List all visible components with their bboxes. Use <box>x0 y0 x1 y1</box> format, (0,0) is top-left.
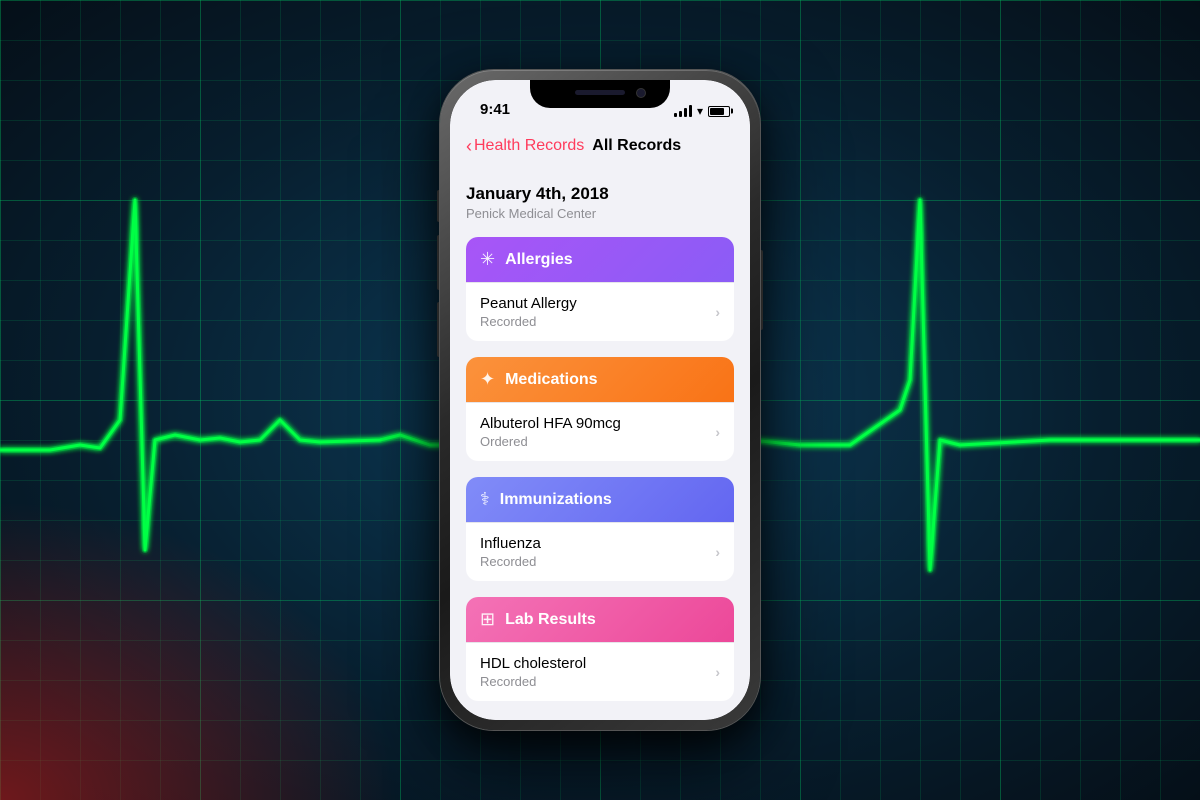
back-label: Health Records <box>474 137 584 155</box>
chevron-right-icon: › <box>715 664 720 680</box>
medications-icon: ✦ <box>480 369 495 390</box>
screen-content[interactable]: January 4th, 2018 Penick Medical Center … <box>450 168 750 720</box>
back-button[interactable]: ‹ Health Records <box>466 136 584 157</box>
lab-results-card: ⊞ Lab Results HDL cholesterol Recorded › <box>466 597 734 701</box>
peanut-allergy-info: Peanut Allergy Recorded <box>480 295 715 329</box>
allergies-title: Allergies <box>505 251 573 269</box>
signal-icon <box>674 105 692 117</box>
allergies-icon: ✳︎ <box>480 249 495 270</box>
page-title: All Records <box>592 137 681 155</box>
hdl-name: HDL cholesterol <box>480 655 715 672</box>
phone-device: 9:41 ▾ <box>440 70 760 730</box>
allergies-header: ✳︎ Allergies <box>466 237 734 282</box>
lab-results-header: ⊞ Lab Results <box>466 597 734 642</box>
albuterol-status: Ordered <box>480 434 715 449</box>
albuterol-name: Albuterol HFA 90mcg <box>480 415 715 432</box>
back-arrow-icon: ‹ <box>466 136 472 157</box>
chevron-right-icon: › <box>715 544 720 560</box>
power-button <box>760 250 763 330</box>
influenza-name: Influenza <box>480 535 715 552</box>
influenza-status: Recorded <box>480 554 715 569</box>
albuterol-info: Albuterol HFA 90mcg Ordered <box>480 415 715 449</box>
immunizations-icon: ⚕ <box>480 489 490 510</box>
peanut-allergy-status: Recorded <box>480 314 715 329</box>
phone-screen: 9:41 ▾ <box>450 80 750 720</box>
peanut-allergy-name: Peanut Allergy <box>480 295 715 312</box>
immunizations-title: Immunizations <box>500 491 612 509</box>
lab-results-title: Lab Results <box>505 611 596 629</box>
battery-icon <box>708 106 730 117</box>
list-item[interactable]: Peanut Allergy Recorded › <box>466 282 734 341</box>
medications-title: Medications <box>505 371 597 389</box>
wifi-icon: ▾ <box>697 104 703 118</box>
hdl-info: HDL cholesterol Recorded <box>480 655 715 689</box>
chevron-right-icon: › <box>715 304 720 320</box>
battery-fill <box>710 108 724 115</box>
nav-header: ‹ Health Records All Records <box>450 124 750 168</box>
list-item[interactable]: Influenza Recorded › <box>466 522 734 581</box>
phone-frame: 9:41 ▾ <box>440 70 760 730</box>
record-date: January 4th, 2018 <box>466 184 734 204</box>
list-item[interactable]: Albuterol HFA 90mcg Ordered › <box>466 402 734 461</box>
influenza-info: Influenza Recorded <box>480 535 715 569</box>
immunizations-card: ⚕ Immunizations Influenza Recorded › <box>466 477 734 581</box>
medications-header: ✦ Medications <box>466 357 734 402</box>
immunizations-header: ⚕ Immunizations <box>466 477 734 522</box>
hdl-status: Recorded <box>480 674 715 689</box>
allergies-card: ✳︎ Allergies Peanut Allergy Recorded › <box>466 237 734 341</box>
notch <box>530 80 670 108</box>
chevron-right-icon: › <box>715 424 720 440</box>
status-icons: ▾ <box>674 104 730 118</box>
phone-inner: 9:41 ▾ <box>450 80 750 720</box>
record-facility: Penick Medical Center <box>466 206 734 221</box>
medications-card: ✦ Medications Albuterol HFA 90mcg Ordere… <box>466 357 734 461</box>
list-item[interactable]: HDL cholesterol Recorded › <box>466 642 734 701</box>
front-camera <box>636 88 646 98</box>
speaker <box>575 90 625 95</box>
status-time: 9:41 <box>470 101 510 118</box>
lab-results-icon: ⊞ <box>480 609 495 630</box>
